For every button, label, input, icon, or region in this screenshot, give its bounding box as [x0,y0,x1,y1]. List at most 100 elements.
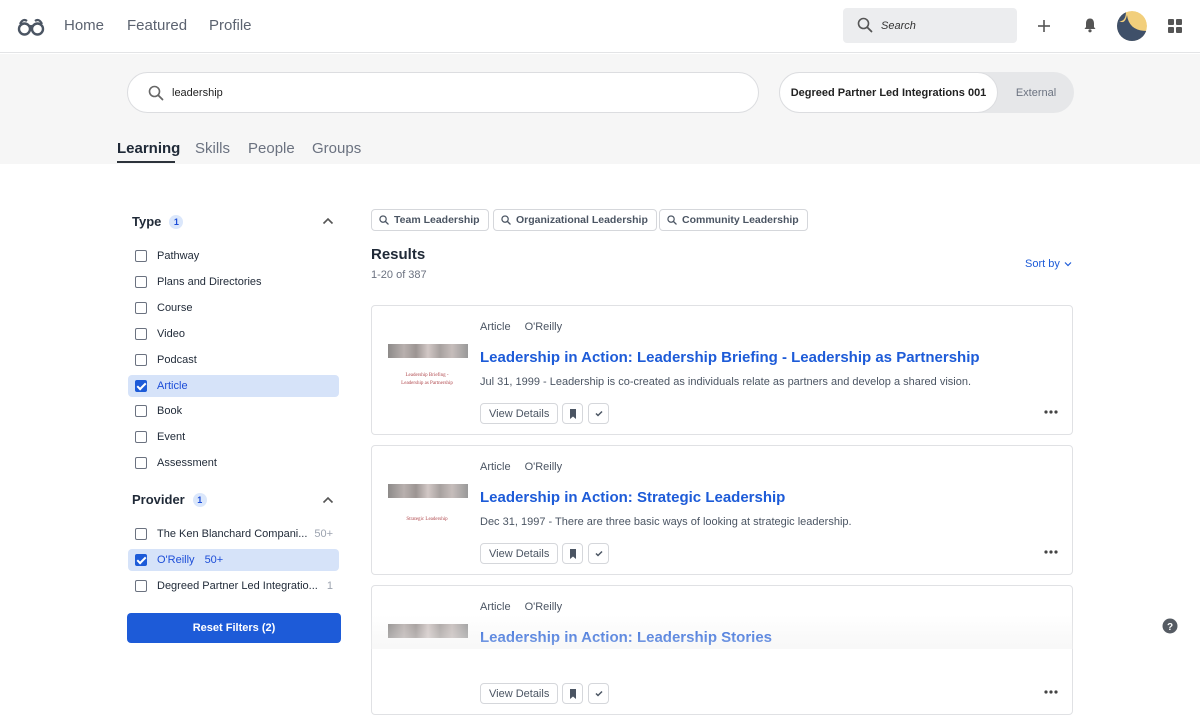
thumbnail-caption: Leadership Briefing - [405,373,449,378]
scope-toggle: Degreed Partner Led Integrations 001 Ext… [779,72,1074,113]
filter-option-type[interactable]: Course [128,297,339,319]
checkbox[interactable] [135,457,147,470]
scope-option-external[interactable]: External [998,72,1074,113]
result-title-link[interactable]: Leadership in Action: Leadership Stories [480,629,772,646]
global-search-input[interactable] [881,16,1011,36]
save-bookmark-button[interactable] [562,543,583,564]
filter-option-type[interactable]: Event [128,426,339,448]
suggestion-chip-label: Team Leadership [394,214,480,226]
bell-icon[interactable] [1083,17,1097,33]
result-thumbnail[interactable]: Strategic Leadership [386,482,468,532]
filter-option-type[interactable]: Assessment [128,452,339,474]
chevron-down-icon [1064,262,1072,267]
filter-option-label: Degreed Partner Led Integratio... [157,580,318,592]
suggestion-chip[interactable]: Community Leadership [659,209,808,231]
result-thumbnail[interactable] [386,622,468,672]
thumbnail-image [388,344,468,358]
global-search[interactable] [843,8,1017,43]
checkbox[interactable] [135,379,147,392]
glasses-logo-icon[interactable] [17,14,45,38]
result-title-link[interactable]: Leadership in Action: Leadership Briefin… [480,349,980,366]
nav-home[interactable]: Home [64,17,104,34]
filter-option-count: 50+ [204,554,224,566]
help-icon[interactable]: ? [1162,618,1178,634]
tab-people[interactable]: People [248,140,295,157]
chevron-up-icon[interactable] [322,217,334,225]
more-options-icon[interactable] [1044,410,1058,414]
active-tab-indicator [117,161,175,163]
more-options-icon[interactable] [1044,550,1058,554]
view-details-button[interactable]: View Details [480,403,559,424]
filter-type-header[interactable]: Type 1 [132,214,184,229]
tab-skills[interactable]: Skills [195,140,230,157]
suggestion-chip[interactable]: Team Leadership [371,209,489,231]
filter-provider-header[interactable]: Provider 1 [132,492,207,507]
mark-complete-button[interactable] [588,683,609,704]
save-bookmark-button[interactable] [562,403,583,424]
filter-provider-count-badge: 1 [192,492,207,507]
check-icon [594,550,603,557]
tab-groups[interactable]: Groups [312,140,361,157]
avatar[interactable] [1117,11,1147,41]
result-provider: O'Reilly [524,321,563,333]
save-bookmark-button[interactable] [562,683,583,704]
filter-option-label: Assessment [157,457,217,470]
filter-option-type[interactable]: Podcast [128,349,339,371]
tab-learning[interactable]: Learning [117,140,180,157]
main-search[interactable] [127,72,759,113]
result-provider: O'Reilly [524,601,563,613]
result-thumbnail[interactable]: Leadership Briefing - Leadership as Partn… [386,342,468,392]
view-details-button[interactable]: View Details [480,543,559,564]
svg-text:?: ? [1167,622,1173,633]
filter-option-type[interactable]: Book [128,400,339,422]
checkbox[interactable] [135,250,147,262]
filter-option-provider[interactable]: Degreed Partner Led Integratio... 1 [128,575,339,597]
thumbnail-caption: Leadership as Partnership [401,381,453,386]
nav-featured[interactable]: Featured [127,17,187,34]
filter-option-type[interactable]: Video [128,323,339,345]
checkbox[interactable] [135,327,147,340]
search-header: Degreed Partner Led Integrations 001 Ext… [0,54,1200,164]
filter-provider-title: Provider [132,492,185,507]
checkbox[interactable] [135,431,147,444]
filter-option-label: Video [157,327,185,340]
apps-grid-icon[interactable] [1168,19,1182,33]
mark-complete-button[interactable] [588,403,609,424]
result-description: Dec 31, 1997 - There are three basic way… [480,516,852,528]
search-icon [667,215,677,225]
plus-icon[interactable] [1037,19,1051,33]
result-meta: Article O'Reilly [480,461,562,473]
checkbox[interactable] [135,528,147,540]
results-count: 1-20 of 387 [371,269,427,281]
sort-by-dropdown[interactable]: Sort by [1025,258,1072,270]
search-icon [501,215,511,225]
result-title-link[interactable]: Leadership in Action: Strategic Leadersh… [480,489,785,506]
result-card: Strategic Leadership Article O'Reilly Leade… [371,445,1073,575]
nav-profile[interactable]: Profile [209,17,252,34]
checkbox[interactable] [135,580,147,592]
reset-filters-button[interactable]: Reset Filters (2) [127,613,341,643]
filter-option-type[interactable]: Article [128,374,339,397]
result-card: Leadership Briefing - Leadership as Partn… [371,305,1073,435]
filter-option-provider[interactable]: O'Reilly 50+ [128,549,339,571]
checkbox[interactable] [135,554,147,566]
filter-option-label: Course [157,301,193,314]
view-details-button[interactable]: View Details [480,683,559,704]
mark-complete-button[interactable] [588,543,609,564]
suggestion-chip[interactable]: Organizational Leadership [493,209,657,231]
main-search-input[interactable] [172,83,732,103]
scope-option-organization[interactable]: Degreed Partner Led Integrations 001 [779,72,998,113]
thumbnail-image [388,484,468,498]
checkbox[interactable] [135,353,147,366]
more-options-icon[interactable] [1044,690,1058,694]
filter-option-provider[interactable]: The Ken Blanchard Compani... 50+ [128,523,339,545]
filter-type-title: Type [132,214,162,229]
chevron-up-icon[interactable] [322,496,334,504]
result-type: Article [480,461,511,473]
filter-option-type[interactable]: Plans and Directories [128,271,339,293]
checkbox[interactable] [135,275,147,288]
checkbox[interactable] [135,405,147,418]
filter-option-type[interactable]: Pathway [128,245,339,267]
checkbox[interactable] [135,301,147,314]
suggestion-chip-label: Community Leadership [682,214,799,226]
